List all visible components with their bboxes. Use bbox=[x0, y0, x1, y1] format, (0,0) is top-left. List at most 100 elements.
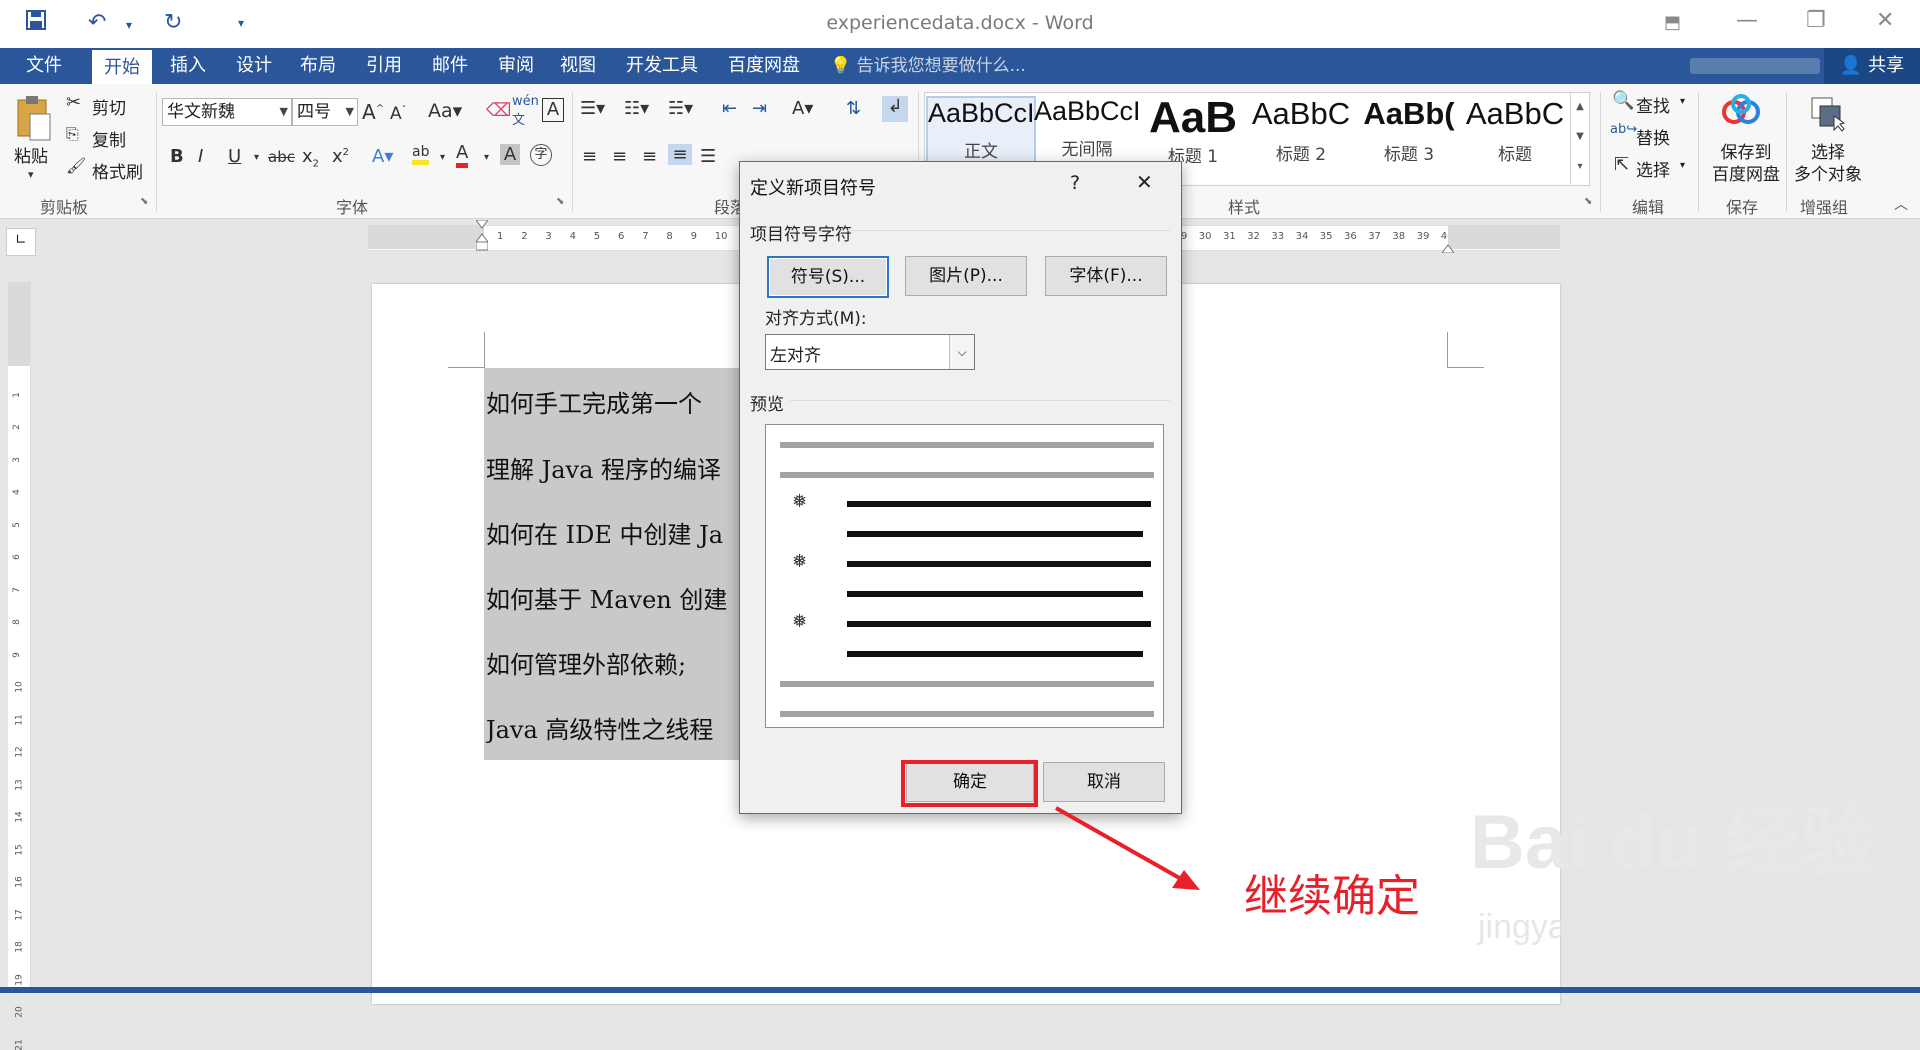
select-objects-icon[interactable] bbox=[1810, 96, 1846, 136]
tab-mailings[interactable]: 邮件 bbox=[420, 48, 480, 84]
underline-icon[interactable]: U bbox=[228, 146, 241, 167]
cut-button[interactable]: 剪切 bbox=[92, 94, 126, 119]
style-title[interactable]: AaBbC 标题 bbox=[1462, 96, 1568, 182]
styles-launcher-icon[interactable]: ⬊ bbox=[1584, 196, 1592, 207]
italic-icon[interactable]: I bbox=[198, 146, 203, 167]
highlight-color-icon[interactable]: ab bbox=[412, 144, 430, 165]
account-area[interactable] bbox=[1690, 58, 1820, 74]
cancel-button[interactable]: 取消 bbox=[1043, 762, 1165, 802]
multilevel-list-icon[interactable]: ☵▾ bbox=[668, 98, 693, 119]
decrease-indent-icon[interactable]: ⇤ bbox=[722, 98, 737, 119]
doc-paragraph[interactable]: 如何基于 Maven 创建 bbox=[486, 580, 738, 615]
subscript-icon[interactable]: x2 bbox=[302, 146, 319, 170]
collapse-ribbon-icon[interactable]: ︿ bbox=[1894, 194, 1908, 214]
change-case-icon[interactable]: Aa▾ bbox=[428, 100, 462, 122]
doc-paragraph[interactable]: 如何手工完成第一个 bbox=[486, 384, 738, 419]
baidu-cloud-icon[interactable] bbox=[1720, 94, 1762, 130]
align-right-icon[interactable]: ≡ bbox=[642, 146, 657, 167]
select-multiple-objects-button[interactable]: 选择 多个对象 bbox=[1790, 142, 1866, 186]
numbering-icon[interactable]: ☷▾ bbox=[624, 98, 649, 119]
close-window-icon[interactable]: ✕ bbox=[1876, 8, 1894, 33]
minimize-icon[interactable]: — bbox=[1736, 8, 1758, 33]
tab-insert[interactable]: 插入 bbox=[158, 48, 218, 84]
tab-baidu-netdisk[interactable]: 百度网盘 bbox=[716, 48, 812, 84]
symbol-button[interactable]: 符号(S)... bbox=[767, 256, 889, 298]
grow-font-icon[interactable]: A^ bbox=[362, 100, 384, 124]
doc-paragraph[interactable]: 如何在 IDE 中创建 Ja bbox=[486, 515, 738, 550]
text-effects-icon[interactable]: A▾ bbox=[372, 146, 393, 167]
tell-me-search[interactable]: 💡 告诉我您想要做什么... bbox=[830, 48, 1026, 84]
customize-toolbar-icon[interactable]: ▾ bbox=[238, 16, 244, 30]
vertical-ruler[interactable]: 321123456789101112131415161718192021 bbox=[8, 282, 31, 1050]
bold-icon[interactable]: B bbox=[170, 146, 184, 167]
paste-label[interactable]: 粘贴 bbox=[14, 142, 48, 167]
doc-paragraph[interactable]: 如何管理外部依赖; bbox=[486, 645, 738, 680]
show-formatting-icon[interactable]: ↲ bbox=[882, 96, 908, 122]
tab-view[interactable]: 视图 bbox=[548, 48, 608, 84]
highlight-dropdown-icon[interactable]: ▾ bbox=[440, 152, 445, 163]
font-name-combo[interactable]: 华文新魏 ▼ bbox=[162, 98, 292, 126]
select-button[interactable]: 选择 bbox=[1636, 156, 1670, 181]
font-color-dropdown-icon[interactable]: ▾ bbox=[484, 152, 489, 163]
distributed-icon[interactable]: ☰ bbox=[700, 146, 716, 167]
tab-review[interactable]: 审阅 bbox=[486, 48, 546, 84]
doc-paragraph[interactable]: Java 高级特性之线程 bbox=[486, 710, 738, 745]
tab-design[interactable]: 设计 bbox=[224, 48, 284, 84]
doc-paragraph[interactable]: 理解 Java 程序的编译 bbox=[486, 450, 738, 485]
find-dropdown-icon[interactable]: ▾ bbox=[1680, 96, 1685, 107]
font-color-icon[interactable]: A bbox=[456, 142, 469, 168]
underline-dropdown-icon[interactable]: ▾ bbox=[254, 152, 259, 163]
select-dropdown-icon[interactable]: ▾ bbox=[1680, 160, 1685, 171]
styles-scroll[interactable]: ▲ ▼ ▾ bbox=[1570, 92, 1589, 184]
clear-formatting-icon[interactable]: ⌫ bbox=[486, 100, 511, 121]
find-button[interactable]: 查找 bbox=[1636, 92, 1670, 117]
tab-selector[interactable]: ∟ bbox=[6, 228, 36, 256]
tab-layout[interactable]: 布局 bbox=[288, 48, 348, 84]
redo-icon[interactable]: ↻ bbox=[164, 10, 182, 35]
bullets-icon[interactable]: ☰▾ bbox=[580, 98, 605, 119]
tab-file[interactable]: 文件 bbox=[0, 48, 88, 84]
sort-icon[interactable]: ⇅ bbox=[846, 98, 861, 119]
style-heading-2[interactable]: AaBbC 标题 2 bbox=[1248, 96, 1354, 182]
style-heading-3[interactable]: AaBb( 标题 3 bbox=[1356, 96, 1462, 182]
ruler-margin-right bbox=[1448, 225, 1560, 249]
clipboard-launcher-icon[interactable]: ⬊ bbox=[140, 196, 148, 207]
copy-button[interactable]: 复制 bbox=[92, 126, 126, 151]
ribbon-display-icon[interactable]: ⬒ bbox=[1664, 12, 1681, 33]
strikethrough-icon[interactable]: abc bbox=[268, 148, 295, 166]
align-left-icon[interactable]: ≡ bbox=[582, 146, 597, 167]
justify-icon[interactable]: ≡ bbox=[668, 144, 692, 165]
shrink-font-icon[interactable]: Aˇ bbox=[390, 104, 406, 124]
save-to-baidu-button[interactable]: 保存到 百度网盘 bbox=[1712, 142, 1780, 186]
help-button[interactable]: ? bbox=[1070, 172, 1080, 194]
character-shading-icon[interactable]: A bbox=[500, 144, 520, 165]
tab-references[interactable]: 引用 bbox=[354, 48, 414, 84]
tab-developer[interactable]: 开发工具 bbox=[614, 48, 710, 84]
tab-home[interactable]: 开始 bbox=[92, 48, 152, 86]
style-sample: AaBbCcI bbox=[928, 98, 1034, 128]
dialog-close-button[interactable]: ✕ bbox=[1136, 170, 1153, 194]
superscript-icon[interactable]: x2 bbox=[332, 146, 349, 167]
picture-button[interactable]: 图片(P)... bbox=[905, 256, 1027, 296]
paste-dropdown-icon[interactable]: ▾ bbox=[28, 168, 34, 181]
alignment-select[interactable]: 左对齐 ⌵ bbox=[765, 334, 975, 370]
save-icon[interactable] bbox=[26, 10, 46, 36]
align-center-icon[interactable]: ≡ bbox=[612, 146, 627, 167]
enclose-characters-icon[interactable]: 字 bbox=[530, 144, 552, 166]
font-launcher-icon[interactable]: ⬊ bbox=[556, 196, 564, 207]
character-border-icon[interactable]: A bbox=[542, 98, 564, 122]
paste-icon[interactable] bbox=[14, 94, 54, 146]
chinese-layout-icon[interactable]: A▾ bbox=[792, 98, 813, 119]
right-indent-marker-icon[interactable] bbox=[1441, 238, 1455, 257]
undo-icon[interactable]: ↶ bbox=[88, 10, 106, 35]
format-painter-button[interactable]: 格式刷 bbox=[92, 158, 143, 183]
phonetic-guide-icon[interactable]: wén 文 bbox=[512, 94, 539, 128]
undo-dropdown-icon[interactable]: ▾ bbox=[126, 18, 132, 32]
font-button[interactable]: 字体(F)... bbox=[1045, 256, 1167, 296]
restore-icon[interactable]: ❐ bbox=[1806, 8, 1826, 33]
font-size-combo[interactable]: 四号 ▼ bbox=[292, 98, 358, 126]
replace-button[interactable]: 替换 bbox=[1636, 124, 1670, 149]
indent-marker-icon[interactable] bbox=[475, 219, 489, 252]
share-button[interactable]: 👤 共享 bbox=[1824, 48, 1920, 84]
increase-indent-icon[interactable]: ⇥ bbox=[752, 98, 767, 119]
